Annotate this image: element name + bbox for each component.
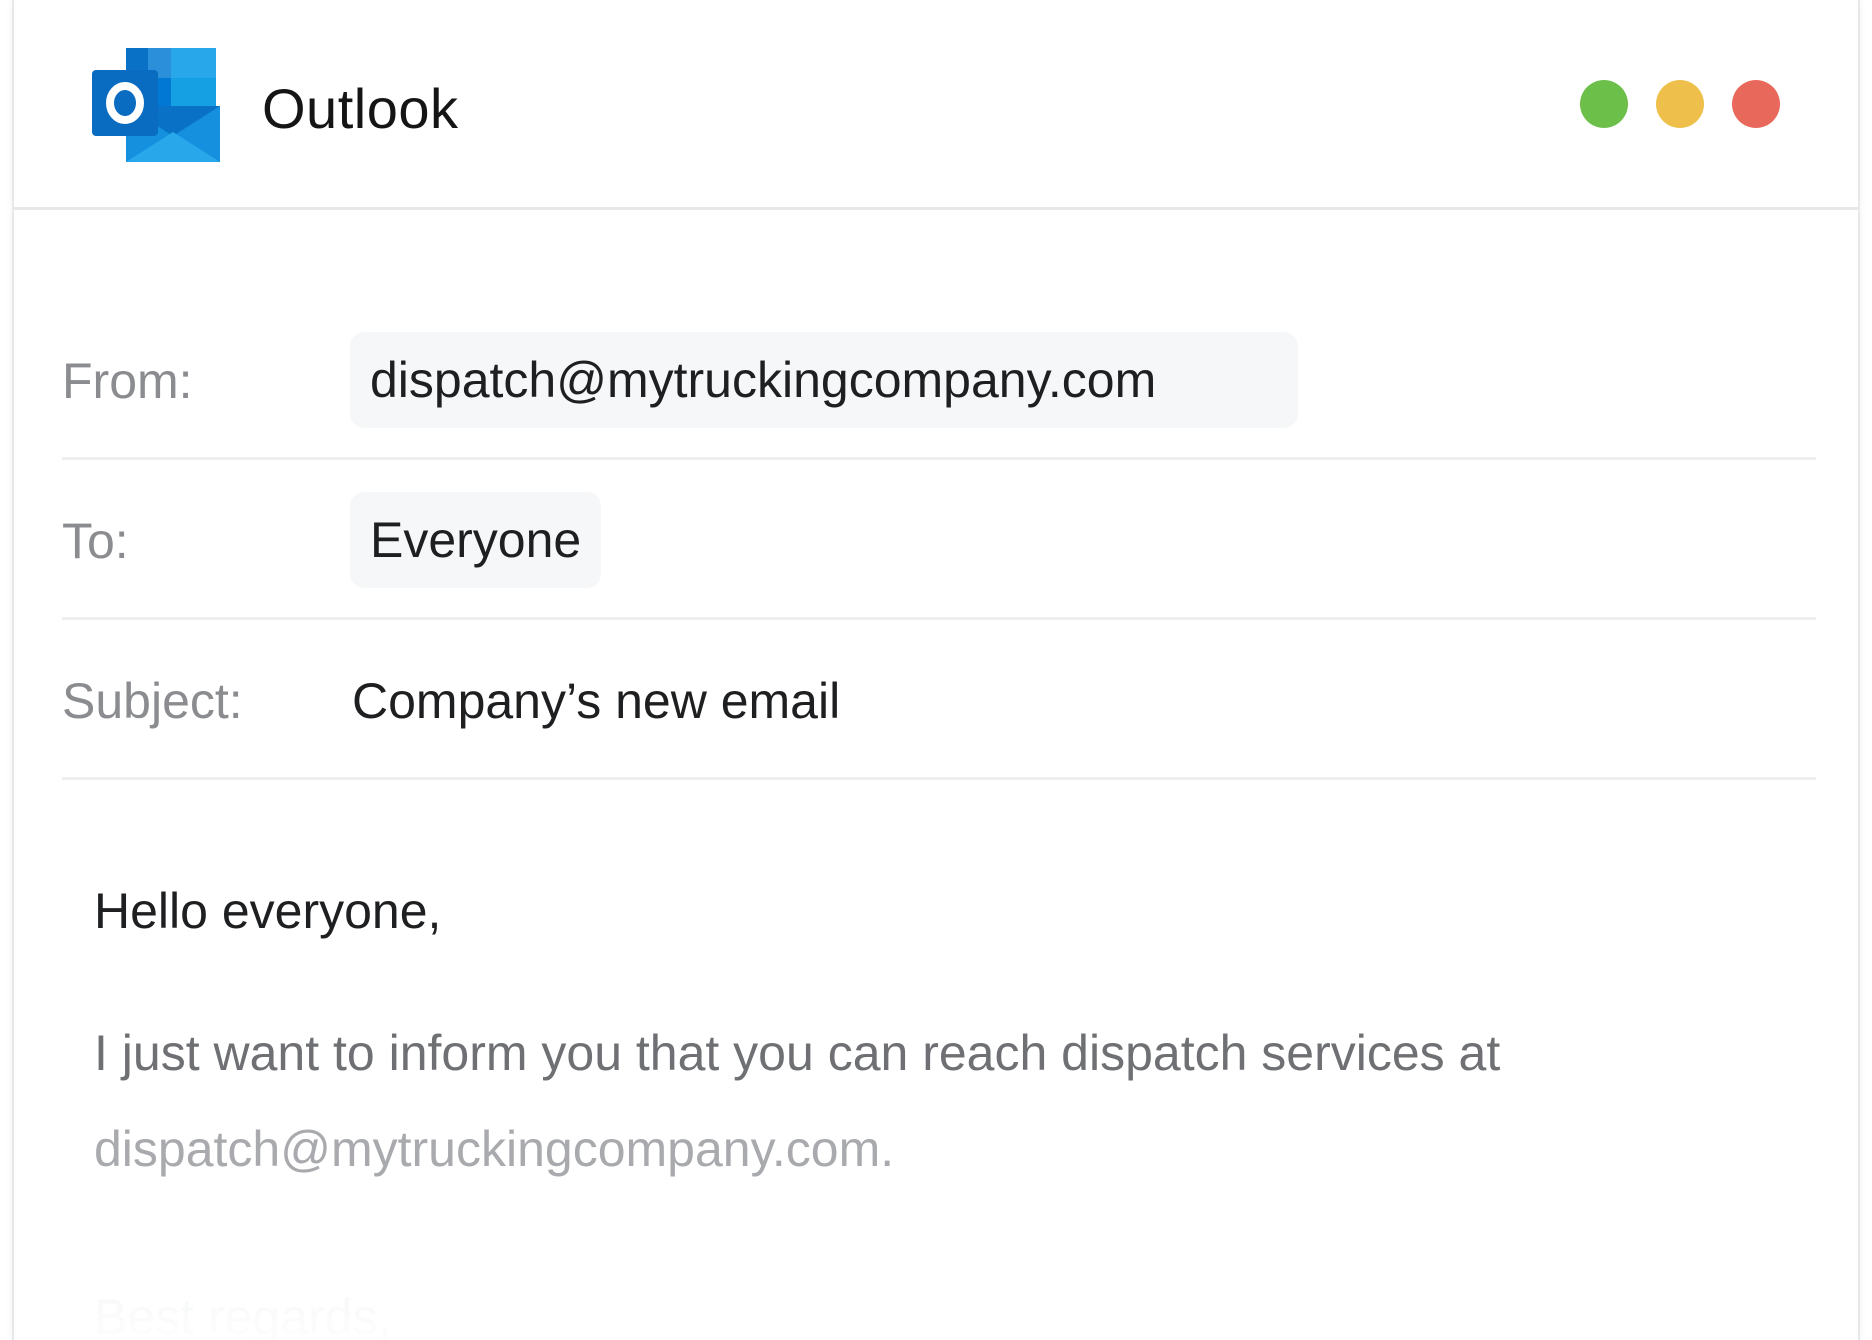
from-label: From: (62, 353, 193, 409)
body-paragraph-line[interactable]: I just want to inform you that you can r… (94, 1024, 1500, 1082)
body-greeting[interactable]: Hello everyone, (94, 882, 441, 940)
from-row: From: dispatch@mytruckingcompany.com (62, 300, 1816, 460)
body-paragraph-line[interactable]: dispatch@mytruckingcompany.com. (94, 1120, 894, 1178)
to-label: To: (62, 513, 129, 569)
from-field[interactable]: dispatch@mytruckingcompany.com (350, 332, 1298, 428)
outlook-logo-icon (92, 48, 220, 162)
maximize-button[interactable] (1580, 80, 1628, 128)
close-button[interactable] (1732, 80, 1780, 128)
minimize-button[interactable] (1656, 80, 1704, 128)
subject-field[interactable]: Company’s new email (352, 672, 840, 730)
app-title: Outlook (262, 77, 459, 140)
body-signoff[interactable]: Best regards, (94, 1288, 391, 1340)
email-window: Outlook From: dispatch@mytruckingcompany… (12, 0, 1860, 1340)
to-row: To: Everyone (62, 460, 1816, 620)
title-bar: Outlook (14, 0, 1858, 210)
subject-row: Subject: Company’s new email (62, 620, 1816, 780)
to-recipient-chip[interactable]: Everyone (350, 492, 602, 588)
subject-label: Subject: (62, 673, 243, 729)
